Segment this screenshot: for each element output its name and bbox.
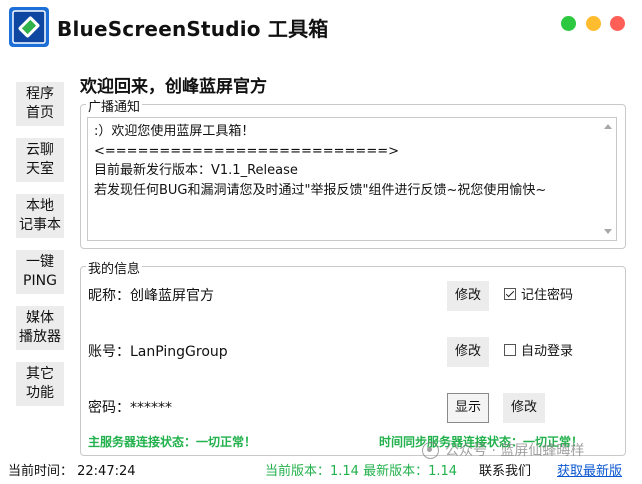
scroll-down-icon[interactable] [604,229,612,234]
vertical-scrollbar[interactable] [601,119,615,239]
broadcast-line: 目前最新发行版本：V1.1_Release [94,163,298,178]
sidebar-item-home[interactable]: 程序 首页 [16,82,64,126]
checkbox-checked-icon [504,287,516,300]
sidebar-item-label: 一键 PING [23,254,57,289]
version-info: 当前版本：1.14 最新版本：1.14 [265,464,458,479]
broadcast-title: 广播通知 [86,96,143,115]
sidebar-item-media-player[interactable]: 媒体 播放器 [16,306,64,350]
watermark-text: 公众号 · 蓝屏仙蜂晦样 [445,443,585,459]
modify-account-button[interactable]: 修改 [447,337,489,367]
contact-us-link[interactable]: 联系我们 [479,460,531,479]
welcome-heading: 欢迎回来，创峰蓝屏官方 [80,77,267,97]
scroll-up-icon[interactable] [604,124,612,129]
sidebar-item-other[interactable]: 其它 功能 [16,362,64,406]
account-label: 账号：LanPingGroup [88,344,228,360]
broadcast-text: :）欢迎您使用蓝屏工具箱！ <==========================… [94,122,594,200]
auto-login-checkbox[interactable]: 自动登录 [504,340,573,359]
modify-nickname-button[interactable]: 修改 [447,281,489,311]
get-latest-version-link[interactable]: 获取最新版 [557,460,622,479]
main-server-status: 主服务器连接状态：一切正常！ [88,435,257,449]
modify-password-button[interactable]: 修改 [503,393,545,423]
broadcast-line: <==========================> [94,143,399,159]
sidebar-item-chat[interactable]: 云聊 天室 [16,138,64,182]
current-time: 当前时间： 22:47:24 [8,464,136,479]
sidebar-item-label: 云聊 天室 [26,142,54,177]
checkbox-unchecked-icon [504,343,516,356]
password-label: 密码：****** [88,400,172,416]
sidebar-item-label: 其它 功能 [26,366,54,401]
sidebar-item-label: 本地 记事本 [19,198,61,233]
minimize-button[interactable] [561,16,576,31]
maximize-button[interactable] [586,16,601,31]
auto-login-label: 自动登录 [521,344,574,359]
remember-password-label: 记住密码 [521,288,574,303]
remember-password-checkbox[interactable]: 记住密码 [504,284,573,303]
sidebar-item-ping[interactable]: 一键 PING [16,250,64,294]
app-title: BlueScreenStudio 工具箱 [57,17,329,41]
nickname-label: 昵称：创峰蓝屏官方 [88,288,214,304]
broadcast-textarea[interactable]: :）欢迎您使用蓝屏工具箱！ <==========================… [87,117,617,241]
my-info-title: 我的信息 [86,258,143,277]
sidebar-item-notepad[interactable]: 本地 记事本 [16,194,64,238]
wechat-account-icon [422,441,439,459]
broadcast-line: 若发现任何BUG和漏洞请您及时通过"举报反馈"组件进行反馈~祝您使用愉快~ [94,182,547,198]
watermark: 公众号 · 蓝屏仙蜂晦样 [422,440,584,460]
bluescreen-logo-icon [9,7,49,47]
close-button[interactable] [610,16,625,31]
sidebar-item-label: 媒体 播放器 [19,310,61,345]
broadcast-line: :）欢迎您使用蓝屏工具箱！ [94,124,255,139]
sidebar-item-label: 程序 首页 [26,86,54,121]
title-bar: BlueScreenStudio 工具箱 [0,0,642,52]
show-password-button[interactable]: 显示 [447,393,489,423]
